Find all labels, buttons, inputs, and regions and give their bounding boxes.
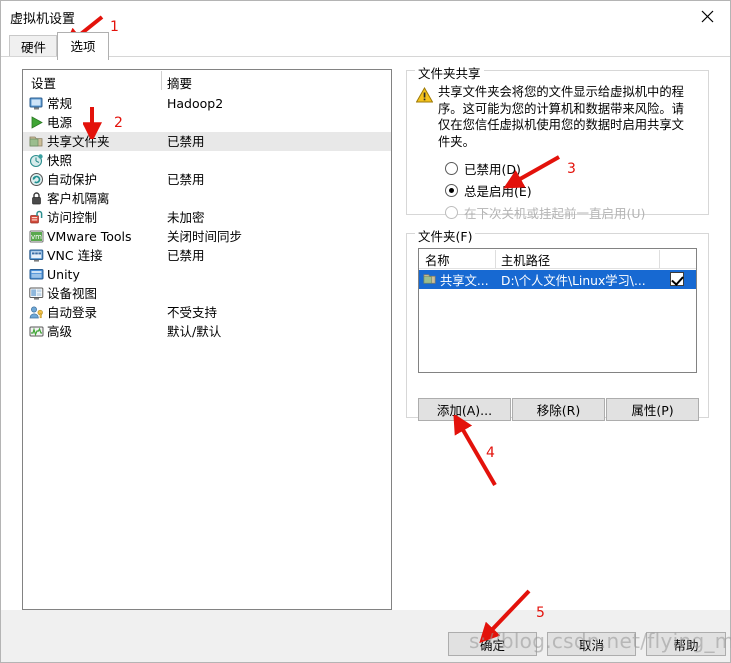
settings-row-label: 客户机隔离 [47, 191, 110, 206]
settings-row-summary: 不受支持 [167, 305, 218, 320]
annotation-number-5: 5 [536, 605, 545, 621]
folders-column-path: 主机路径 [501, 254, 551, 268]
folder-name: 共享文... [440, 274, 489, 288]
settings-row-summary: 已禁用 [167, 134, 205, 149]
settings-row-summary: 关闭时间同步 [167, 229, 243, 244]
settings-list[interactable]: 设置 摘要 常规 Hadoop2 电源 共享文件夹 已禁用 快照 自动保护 已禁… [22, 69, 392, 610]
settings-row-general[interactable]: 常规 Hadoop2 [23, 94, 391, 113]
settings-list-header: 设置 摘要 [23, 70, 391, 92]
radio-label: 已禁用(D) [464, 161, 521, 177]
folders-list-header: 名称 主机路径 [419, 249, 696, 269]
folders-list-row[interactable]: 共享文... D:\个人文件\Linux学习\... [419, 270, 696, 289]
settings-row-label: VNC 连接 [47, 248, 103, 263]
device-view-icon [29, 286, 44, 301]
folders-group: 文件夹(F) 名称 主机路径 共享文... D:\个人文件\Linux学习\..… [406, 226, 709, 418]
cancel-button[interactable]: 取消 [547, 632, 636, 656]
settings-row-advanced[interactable]: 高级 默认/默认 [23, 322, 391, 341]
folder-icon [423, 272, 437, 286]
column-divider [161, 71, 162, 90]
unity-icon [29, 267, 44, 282]
settings-row-label: 自动保护 [47, 172, 98, 187]
vmware-tools-icon: vm [29, 229, 44, 244]
annotation-number-2: 2 [114, 115, 123, 131]
radio-button[interactable] [445, 161, 458, 175]
settings-row-power[interactable]: 电源 [23, 113, 391, 132]
ok-button[interactable]: 确定 [448, 632, 537, 656]
folder-sharing-group: 文件夹共享 共享文件夹会将您的文件显示给虚拟机中的程序。这可能为您的计算机和数据… [406, 63, 709, 221]
tab-options[interactable]: 选项 [57, 32, 109, 60]
radio-label: 总是启用(E) [464, 183, 532, 199]
vm-settings-window: 虚拟机设置 硬件 选项 设置 摘要 常规 Hadoop2 电源 共享文件夹 已禁… [0, 0, 731, 663]
radio-label: 在下次关机或挂起前一直启用(U) [464, 205, 646, 221]
autoprotect-icon [29, 172, 44, 187]
radio-always-enabled[interactable]: 总是启用(E) [445, 181, 532, 199]
column-header-summary: 摘要 [167, 76, 193, 91]
snapshot-icon [29, 153, 44, 168]
folders-list[interactable]: 名称 主机路径 共享文... D:\个人文件\Linux学习\... [418, 248, 697, 373]
settings-row-unity[interactable]: Unity [23, 265, 391, 284]
settings-row-label: 自动登录 [47, 305, 98, 320]
close-icon[interactable] [685, 1, 730, 31]
folder-sharing-warning-text: 共享文件夹会将您的文件显示给虚拟机中的程序。这可能为您的计算机和数据带来风险。请… [438, 85, 684, 149]
access-control-icon [29, 210, 44, 225]
auto-login-icon [29, 305, 44, 320]
content-panel: 设置 摘要 常规 Hadoop2 电源 共享文件夹 已禁用 快照 自动保护 已禁… [1, 56, 730, 610]
settings-row-snapshot[interactable]: 快照 [23, 151, 391, 170]
annotation-number-3: 3 [567, 161, 576, 177]
settings-row-device-view[interactable]: 设备视图 [23, 284, 391, 303]
warning-icon [415, 86, 434, 103]
radio-button [445, 205, 458, 219]
power-icon [29, 115, 44, 130]
folder-host-path: D:\个人文件\Linux学习\... [501, 274, 646, 288]
folders-title: 文件夹(F) [415, 226, 476, 245]
settings-row-shared-folders[interactable]: 共享文件夹 已禁用 [23, 132, 391, 151]
settings-row-label: 共享文件夹 [47, 134, 110, 149]
radio-disabled[interactable]: 已禁用(D) [445, 159, 521, 177]
settings-row-label: 常规 [47, 96, 73, 111]
column-header-name: 设置 [31, 76, 57, 91]
folder-properties-button[interactable]: 属性(P) [606, 398, 699, 421]
add-folder-button[interactable]: 添加(A)... [418, 398, 511, 421]
folder-enabled-checkbox[interactable] [670, 272, 684, 286]
folder-icon [29, 134, 44, 149]
footer-bar: 确定 取消 帮助 [1, 610, 730, 662]
vnc-icon [29, 248, 44, 263]
settings-row-auto-login[interactable]: 自动登录 不受支持 [23, 303, 391, 322]
settings-row-summary: 已禁用 [167, 248, 205, 263]
svg-text:vm: vm [31, 233, 42, 241]
settings-row-autoprotect[interactable]: 自动保护 已禁用 [23, 170, 391, 189]
annotation-number-1: 1 [110, 19, 119, 35]
window-title: 虚拟机设置 [10, 12, 76, 27]
settings-row-summary: 默认/默认 [167, 324, 222, 339]
settings-row-label: VMware Tools [47, 229, 132, 244]
settings-row-label: 电源 [47, 115, 73, 130]
radio-button[interactable] [445, 183, 458, 197]
settings-row-label: 访问控制 [47, 210, 98, 225]
remove-folder-button[interactable]: 移除(R) [512, 398, 605, 421]
settings-row-summary: Hadoop2 [167, 96, 224, 111]
settings-row-summary: 未加密 [167, 210, 205, 225]
settings-row-guest-isolation[interactable]: 客户机隔离 [23, 189, 391, 208]
settings-row-access-control[interactable]: 访问控制 未加密 [23, 208, 391, 227]
advanced-icon [29, 324, 44, 339]
folder-sharing-title: 文件夹共享 [415, 63, 484, 82]
annotation-number-4: 4 [486, 445, 495, 461]
settings-row-summary: 已禁用 [167, 172, 205, 187]
settings-row-vnc[interactable]: VNC 连接 已禁用 [23, 246, 391, 265]
help-button[interactable]: 帮助 [646, 632, 726, 656]
lock-icon [29, 191, 44, 206]
settings-row-label: 设备视图 [47, 286, 98, 301]
radio-until-shutdown: 在下次关机或挂起前一直启用(U) [445, 203, 645, 221]
monitor-icon [29, 96, 44, 111]
column-divider [495, 250, 496, 268]
settings-row-label: Unity [47, 267, 80, 282]
column-divider [659, 250, 660, 268]
folders-column-name: 名称 [425, 254, 450, 268]
settings-row-vmware-tools[interactable]: vm VMware Tools 关闭时间同步 [23, 227, 391, 246]
tabstrip: 硬件 选项 [1, 32, 730, 60]
settings-row-label: 高级 [47, 324, 73, 339]
settings-row-label: 快照 [47, 153, 73, 168]
